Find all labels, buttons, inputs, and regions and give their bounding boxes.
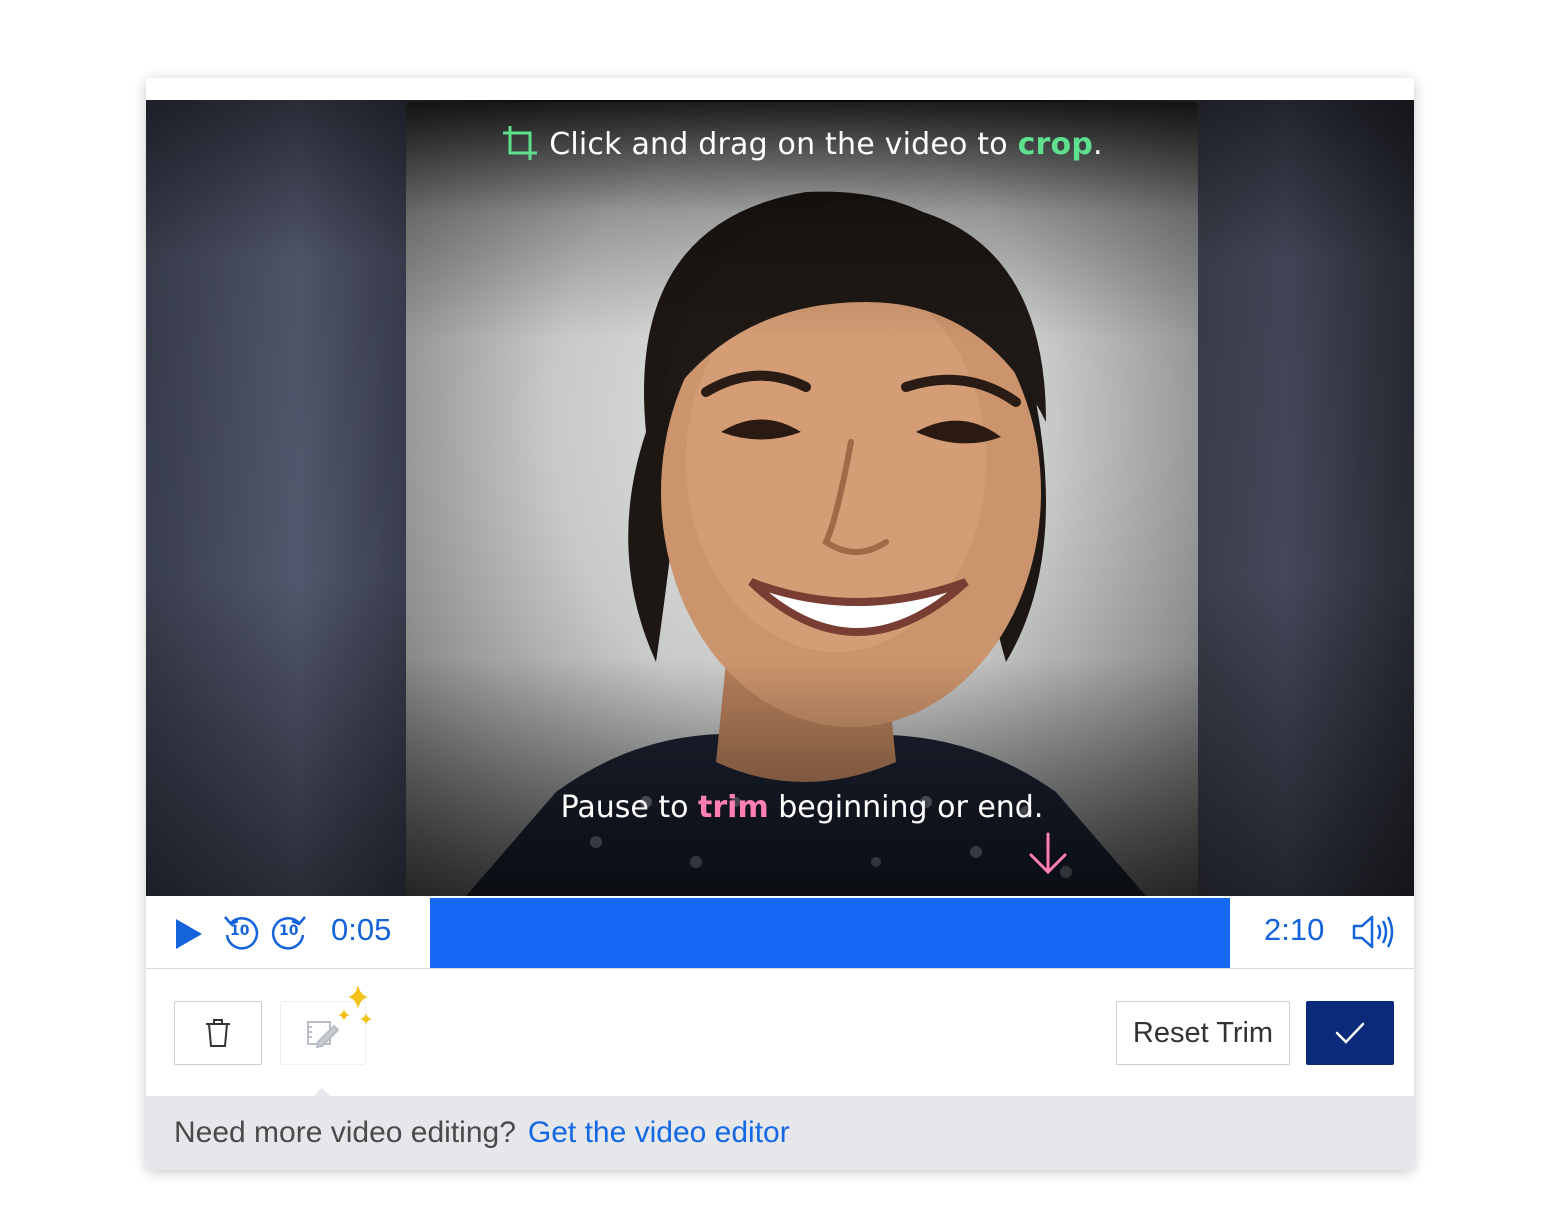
- editing-toolbar: Reset Trim: [146, 969, 1414, 1095]
- volume-icon: [1352, 915, 1394, 949]
- crop-hint: Click and drag on the video to crop.: [406, 124, 1198, 162]
- trim-hint: Pause to trim beginning or end.: [406, 790, 1198, 825]
- play-icon: [176, 919, 202, 949]
- volume-button[interactable]: [1350, 912, 1396, 952]
- crop-hint-accent: crop: [1017, 127, 1094, 162]
- arrow-down-icon: [1029, 832, 1067, 875]
- rewind-10-button[interactable]: 10: [220, 912, 262, 954]
- trash-icon: [206, 1019, 230, 1047]
- delete-button[interactable]: [174, 1001, 262, 1065]
- video-preview[interactable]: Click and drag on the video to crop. Pau…: [146, 100, 1414, 896]
- playback-controls: 10 10 0:05 2:10: [146, 896, 1414, 969]
- checkmark-icon: [1335, 1022, 1365, 1044]
- reset-trim-button[interactable]: Reset Trim: [1116, 1001, 1290, 1065]
- forward-label: 10: [279, 923, 299, 939]
- trim-hint-text: Pause to: [560, 790, 699, 825]
- crop-hint-end: .: [1093, 127, 1103, 162]
- play-button[interactable]: [168, 914, 208, 954]
- forward-10-button[interactable]: 10: [268, 912, 310, 954]
- get-video-editor-link[interactable]: Get the video editor: [528, 1116, 790, 1150]
- footer-banner: Need more video editing? Get the video e…: [146, 1096, 1414, 1170]
- video-edit-icon: [307, 1021, 340, 1048]
- rewind-label: 10: [230, 923, 250, 939]
- crop-icon: [503, 126, 538, 160]
- video-frame-shade: [406, 102, 1198, 896]
- duration: 2:10: [1264, 912, 1325, 947]
- trim-hint-end: beginning or end.: [768, 790, 1044, 825]
- crop-hint-text: Click and drag on the video to: [549, 127, 1018, 162]
- video-trim-card: Click and drag on the video to crop. Pau…: [146, 78, 1414, 1170]
- sparkle-icon: [338, 985, 372, 1025]
- video-frame[interactable]: Click and drag on the video to crop. Pau…: [406, 102, 1198, 896]
- confirm-button[interactable]: [1306, 1001, 1394, 1065]
- current-time: 0:05: [331, 912, 392, 947]
- trim-hint-accent: trim: [698, 790, 769, 825]
- trim-timeline[interactable]: [430, 898, 1230, 968]
- footer-prompt: Need more video editing?: [174, 1116, 516, 1149]
